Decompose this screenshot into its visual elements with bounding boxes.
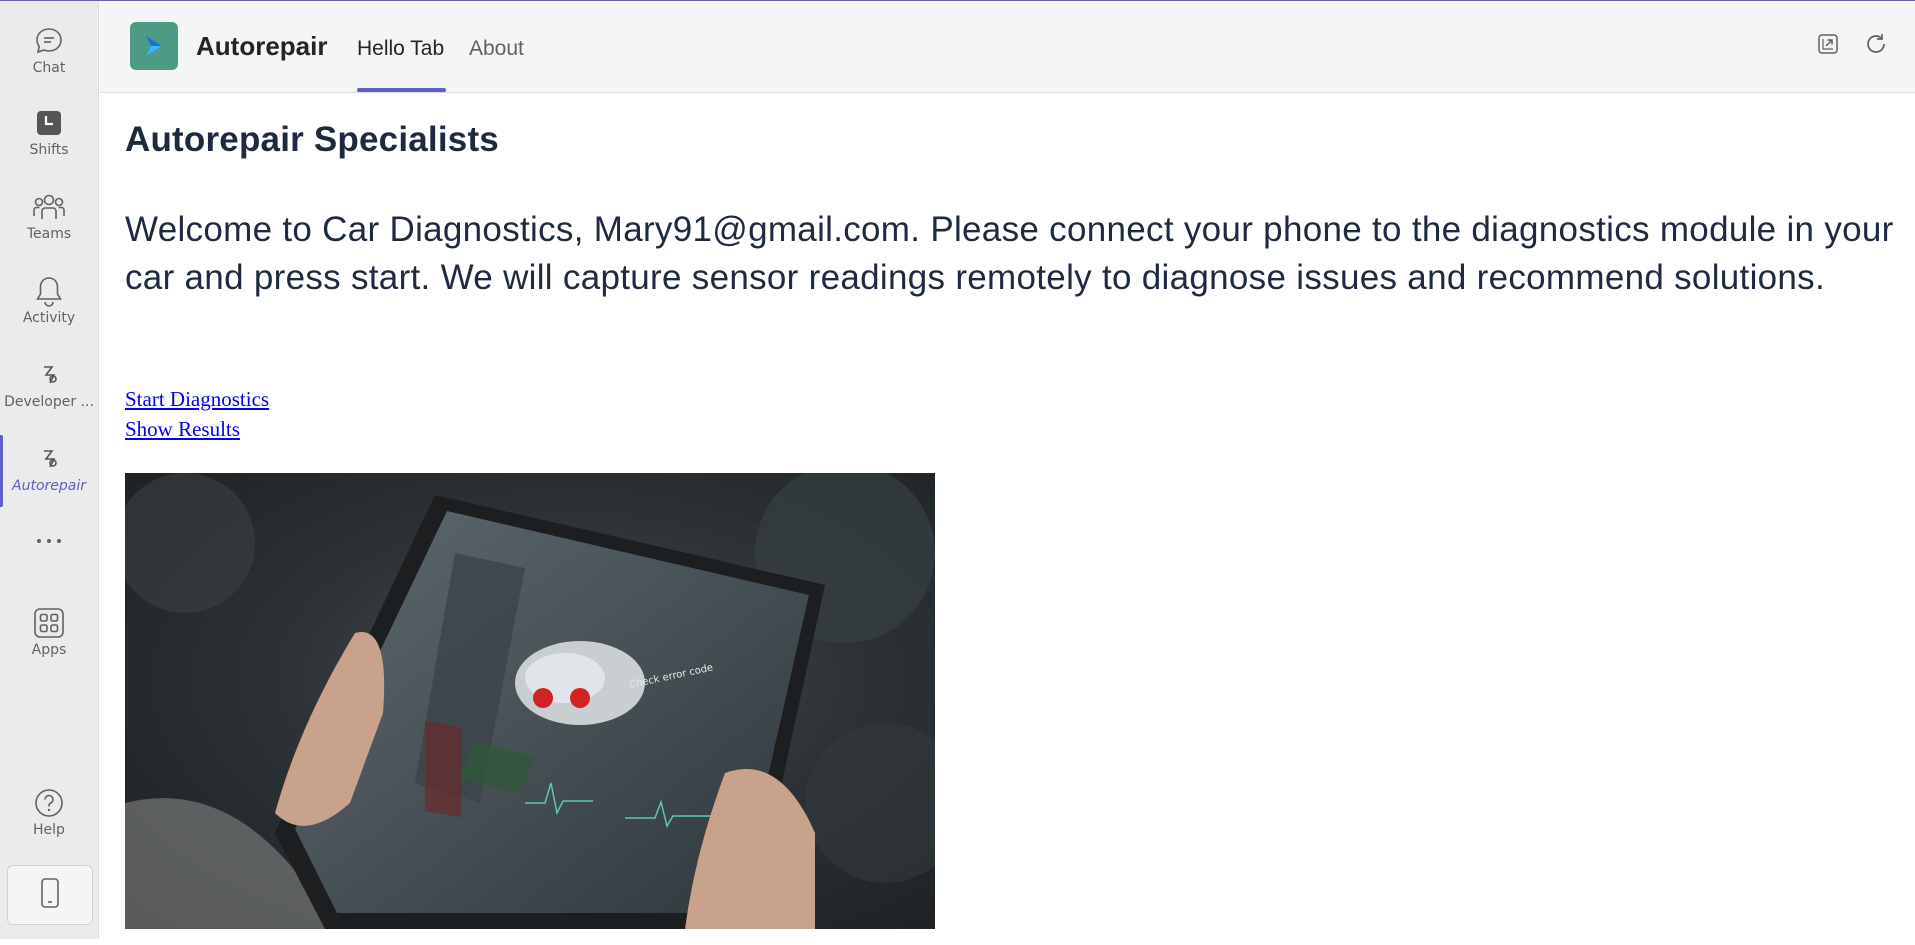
autorepair-app-icon <box>0 443 98 475</box>
rail-item-label: Autorepair <box>12 478 86 494</box>
rail-item-label: Help <box>33 822 65 838</box>
mobile-download-button[interactable] <box>7 865 93 925</box>
autorepair-logo <box>130 22 178 70</box>
rail-item-activity[interactable]: Activity <box>0 259 98 339</box>
rail-item-teams[interactable]: Teams <box>0 175 98 255</box>
rail-item-label: Teams <box>26 226 72 242</box>
tab-content: Autorepair Specialists Welcome to Car Di… <box>125 120 1895 929</box>
developer-portal-icon <box>0 359 98 391</box>
shifts-icon <box>0 107 98 139</box>
rail-item-chat[interactable]: Chat <box>0 9 98 89</box>
rail-item-label: Developer ... <box>4 394 94 410</box>
rail-item-label: Chat <box>32 60 66 76</box>
rail-item-label: Shifts <box>29 142 69 158</box>
rail-item-more[interactable] <box>0 509 98 569</box>
rail-item-apps[interactable]: Apps <box>0 591 98 671</box>
tab-about[interactable]: About <box>469 37 524 61</box>
refresh-icon <box>1863 31 1889 61</box>
hero-image: Check error code <box>125 473 935 929</box>
app-rail: Chat Shifts Teams Activity Developer ...… <box>0 1 99 939</box>
show-results-link[interactable]: Show Results <box>125 417 240 442</box>
apps-icon <box>0 607 98 639</box>
popout-button[interactable] <box>1813 31 1843 61</box>
selected-tab-indicator <box>357 88 446 92</box>
page-title: Autorepair Specialists <box>125 120 499 159</box>
chat-icon <box>0 25 98 57</box>
teams-icon <box>0 191 98 223</box>
rail-item-autorepair[interactable]: Autorepair <box>0 427 98 507</box>
bell-icon <box>0 275 98 307</box>
popout-icon <box>1817 33 1839 59</box>
mobile-phone-icon <box>41 878 59 912</box>
app-name: Autorepair <box>196 31 328 61</box>
refresh-button[interactable] <box>1861 31 1891 61</box>
welcome-message: Welcome to Car Diagnostics, Mary91@gmail… <box>125 210 1894 297</box>
start-diagnostics-link[interactable]: Start Diagnostics <box>125 387 269 412</box>
rail-item-developer-portal[interactable]: Developer ... <box>0 343 98 423</box>
help-icon <box>0 787 98 819</box>
tab-hello[interactable]: Hello Tab <box>357 37 444 61</box>
tablet-engine-diagnostics-photo: Check error code <box>125 473 935 929</box>
app-header: Autorepair Hello Tab About <box>100 1 1915 93</box>
rail-item-shifts[interactable]: Shifts <box>0 91 98 171</box>
rail-item-label: Apps <box>31 642 67 658</box>
rail-item-help[interactable]: Help <box>0 771 98 851</box>
rail-item-label: Activity <box>22 310 76 326</box>
more-icon <box>0 525 98 557</box>
